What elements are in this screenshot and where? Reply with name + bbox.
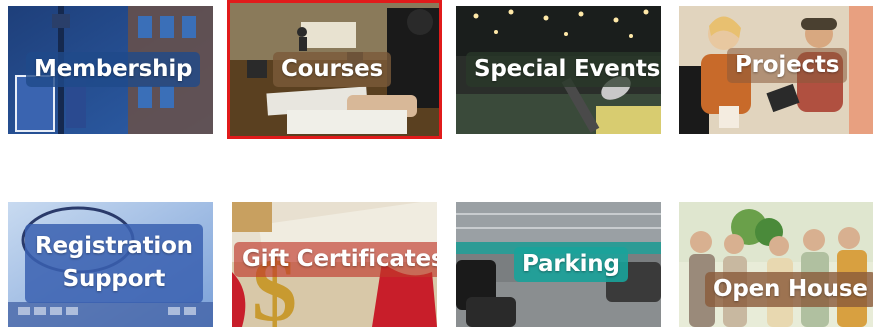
registration-support-label: Registration Support — [25, 224, 203, 303]
tile-projects[interactable]: Projects — [679, 6, 873, 134]
tile-courses[interactable]: Courses — [227, 0, 442, 139]
registration-label-line1: Registration — [35, 233, 193, 259]
gift-certificates-label: Gift Certificates — [234, 242, 437, 277]
tile-gift-certificates[interactable]: $ Gift Certificates — [232, 202, 437, 327]
tile-membership[interactable]: Membership — [8, 6, 213, 134]
registration-label-line2: Support — [62, 266, 166, 293]
open-house-photo — [679, 202, 873, 327]
special-events-label: Special Events — [466, 52, 661, 87]
projects-label: Projects — [727, 48, 848, 83]
tile-special-events[interactable]: Special Events — [456, 6, 661, 134]
parking-label: Parking — [514, 247, 628, 282]
tile-open-house[interactable]: Open House — [679, 202, 873, 327]
open-house-label: Open House — [705, 272, 873, 307]
tile-registration-support[interactable]: Registration Support — [8, 202, 213, 327]
tile-parking[interactable]: Parking — [456, 202, 661, 327]
courses-label: Courses — [273, 52, 391, 87]
membership-label: Membership — [26, 52, 201, 87]
